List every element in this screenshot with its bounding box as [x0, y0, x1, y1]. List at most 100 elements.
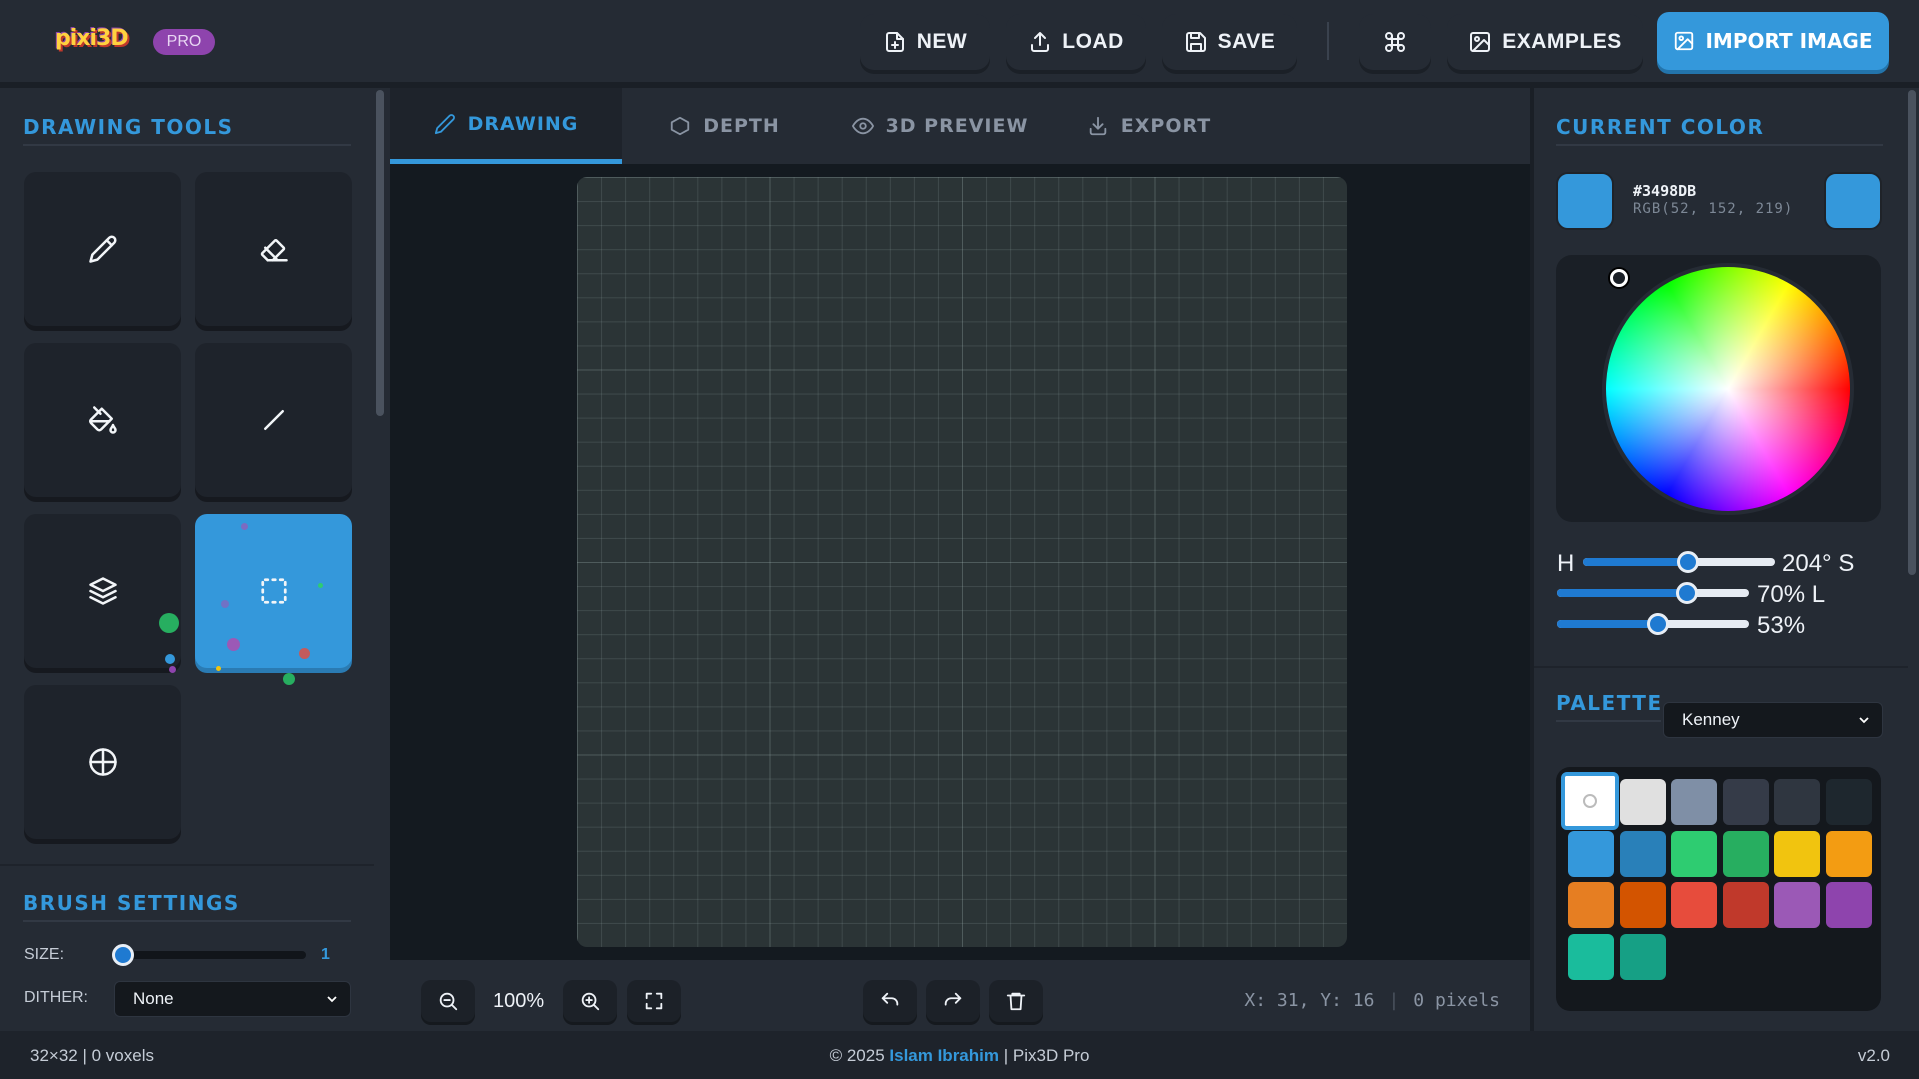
palette-grid	[1556, 767, 1881, 1011]
layers-icon	[88, 577, 117, 605]
palette-swatch[interactable]	[1619, 830, 1666, 877]
palette-swatch[interactable]	[1671, 779, 1717, 825]
fit-screen-button[interactable]	[627, 980, 681, 1022]
particle-dot	[159, 613, 179, 633]
hexagon-icon	[671, 116, 690, 136]
palette-swatch[interactable]	[1774, 779, 1820, 825]
pencil-icon	[88, 235, 117, 263]
palette-select[interactable]: Kenney	[1663, 702, 1883, 738]
shortcuts-button[interactable]	[1359, 14, 1431, 70]
right-panel: CURRENT COLOR #3498DB RGB(52, 152, 219) …	[1534, 88, 1919, 1031]
image-icon	[1675, 31, 1694, 51]
palette-swatch[interactable]	[1568, 882, 1614, 928]
save-icon	[1185, 32, 1206, 52]
editor-area: DRAWING DEPTH 3D PREVIEW EXPORT 100% X: …	[390, 88, 1530, 1031]
palette-swatch[interactable]	[1568, 933, 1614, 980]
editor-tabs: DRAWING DEPTH 3D PREVIEW EXPORT	[390, 88, 1530, 164]
redo-button[interactable]	[926, 980, 980, 1022]
palette-swatch[interactable]	[1619, 882, 1666, 928]
dither-select[interactable]: None	[114, 981, 351, 1017]
palette-swatch[interactable]	[1619, 933, 1666, 980]
size-slider-handle[interactable]	[112, 944, 134, 966]
panel-divider	[1534, 666, 1908, 668]
load-button-label: LOAD	[1062, 30, 1124, 53]
save-button[interactable]: SAVE	[1162, 14, 1297, 70]
hue-slider-handle[interactable]	[1677, 551, 1699, 573]
palette-swatch[interactable]	[1671, 830, 1717, 877]
hue-label: H	[1557, 550, 1575, 577]
size-value: 1	[321, 946, 330, 963]
load-button[interactable]: LOAD	[1006, 14, 1146, 70]
save-button-label: SAVE	[1217, 30, 1276, 53]
pencil-tool-button[interactable]	[24, 172, 181, 326]
right-scrollbar[interactable]	[1908, 90, 1916, 575]
undo-button[interactable]	[863, 980, 917, 1022]
selected-indicator	[1583, 794, 1597, 808]
tab-depth[interactable]: DEPTH	[622, 88, 827, 164]
eraser-tool-button[interactable]	[195, 172, 352, 326]
new-button-label: NEW	[916, 30, 968, 53]
import-image-button[interactable]: IMPORT IMAGE	[1657, 12, 1889, 70]
pencil-icon	[434, 113, 455, 134]
color-rgb: RGB(52, 152, 219)	[1633, 201, 1794, 217]
primary-color-swatch[interactable]	[1556, 172, 1614, 230]
layers-tool-button[interactable]	[24, 514, 181, 668]
palette-swatch[interactable]	[1722, 882, 1769, 928]
particle-dot	[241, 523, 248, 530]
palette-swatch[interactable]	[1825, 882, 1872, 928]
palette-swatch[interactable]	[1774, 830, 1820, 877]
saturation-label: S	[1838, 550, 1855, 577]
palette-swatch[interactable]	[1619, 779, 1666, 825]
zoom-out-button[interactable]	[421, 980, 475, 1022]
palette-swatch[interactable]	[1568, 830, 1614, 877]
tab-drawing[interactable]: DRAWING	[390, 88, 622, 164]
tab-label: EXPORT	[1120, 115, 1212, 137]
left-scrollbar[interactable]	[376, 90, 384, 416]
palette-swatch[interactable]	[1825, 830, 1872, 877]
size-slider[interactable]	[118, 951, 306, 959]
tab-label: DEPTH	[703, 115, 780, 137]
canvas-area	[390, 164, 1530, 960]
author-link[interactable]: Islam Ibrahim	[889, 1046, 999, 1065]
crosshair-tool-button[interactable]	[24, 685, 181, 839]
line-icon	[263, 410, 284, 430]
pixel-canvas[interactable]	[577, 177, 1347, 947]
palette-swatch[interactable]	[1774, 882, 1820, 928]
secondary-color-swatch[interactable]	[1824, 172, 1882, 230]
particle-dot	[318, 583, 323, 588]
color-wheel-cursor[interactable]	[1610, 269, 1628, 287]
panel-divider	[0, 864, 374, 866]
color-wheel[interactable]	[1606, 267, 1850, 511]
particle-dot	[221, 600, 229, 608]
tab-3d-preview[interactable]: 3D PREVIEW	[827, 88, 1053, 164]
new-button[interactable]: NEW	[860, 14, 990, 70]
palette-swatch[interactable]	[1825, 779, 1872, 825]
lightness-slider-handle[interactable]	[1647, 613, 1669, 635]
eye-icon	[851, 117, 874, 135]
product-name: | Pix3D Pro	[1003, 1046, 1090, 1065]
fill-tool-button[interactable]	[24, 343, 181, 497]
palette-select-value: Kenney	[1682, 710, 1740, 729]
examples-button[interactable]: EXAMPLES	[1447, 14, 1643, 70]
import-image-label: IMPORT IMAGE	[1705, 29, 1873, 53]
dither-select-value: None	[133, 989, 174, 1008]
trash-icon	[1006, 992, 1026, 1011]
examples-button-label: EXAMPLES	[1502, 30, 1622, 53]
eraser-icon	[260, 239, 288, 262]
palette-swatch[interactable]	[1561, 772, 1619, 830]
tab-export[interactable]: EXPORT	[1053, 88, 1245, 164]
palette-swatch[interactable]	[1671, 882, 1717, 928]
palette-swatch[interactable]	[1722, 779, 1769, 825]
palette-swatch[interactable]	[1722, 830, 1769, 877]
tab-label: DRAWING	[467, 112, 579, 135]
line-tool-button[interactable]	[195, 343, 352, 497]
status-footer: 32×32 | 0 voxels © 2025 Islam Ibrahim | …	[0, 1031, 1919, 1079]
select-tool-button[interactable]	[195, 514, 352, 668]
section-divider	[23, 920, 351, 922]
zoom-in-button[interactable]	[563, 980, 617, 1022]
app-logo[interactable]: pixi3D	[55, 26, 129, 51]
saturation-slider-handle[interactable]	[1676, 582, 1698, 604]
size-label: SIZE:	[24, 946, 65, 963]
redo-icon	[944, 992, 962, 1006]
clear-canvas-button[interactable]	[989, 980, 1043, 1022]
